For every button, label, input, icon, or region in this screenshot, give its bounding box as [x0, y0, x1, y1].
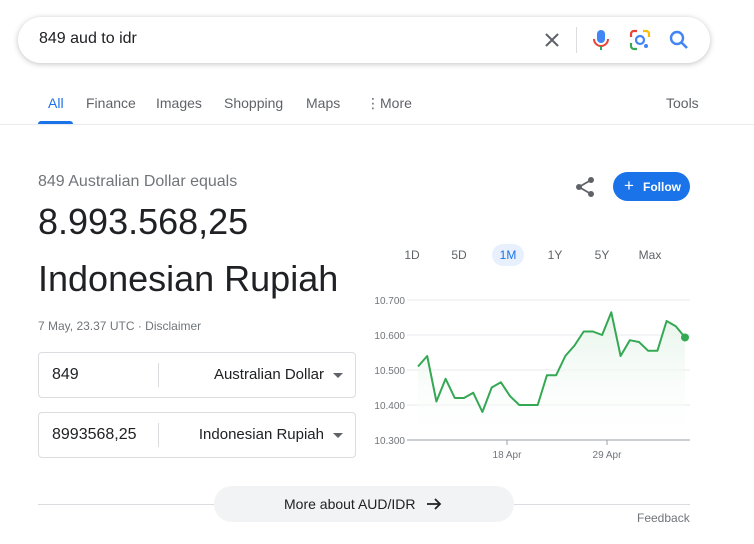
- y-tick-label: 10.600: [374, 331, 405, 342]
- y-tick-label: 10.700: [374, 296, 405, 307]
- exchange-rate-chart: 10.700 10.600 10.500 10.400 10.300 18 Apr 29 A…: [374, 296, 690, 461]
- more-about-label: More about AUD/IDR: [284, 496, 416, 512]
- series-last-point: [681, 333, 689, 342]
- x-tick-label: 18 Apr: [493, 450, 523, 461]
- more-about-button[interactable]: More about AUD/IDR: [214, 486, 514, 522]
- y-tick-label: 10.300: [374, 436, 405, 447]
- y-tick-label: 10.400: [374, 401, 405, 412]
- arrow-right-icon: [427, 498, 442, 510]
- x-tick-label: 29 Apr: [593, 450, 623, 461]
- y-tick-label: 10.500: [374, 366, 405, 377]
- divider-left: [38, 504, 214, 505]
- divider-right: [514, 504, 690, 505]
- feedback-link[interactable]: Feedback: [637, 511, 690, 525]
